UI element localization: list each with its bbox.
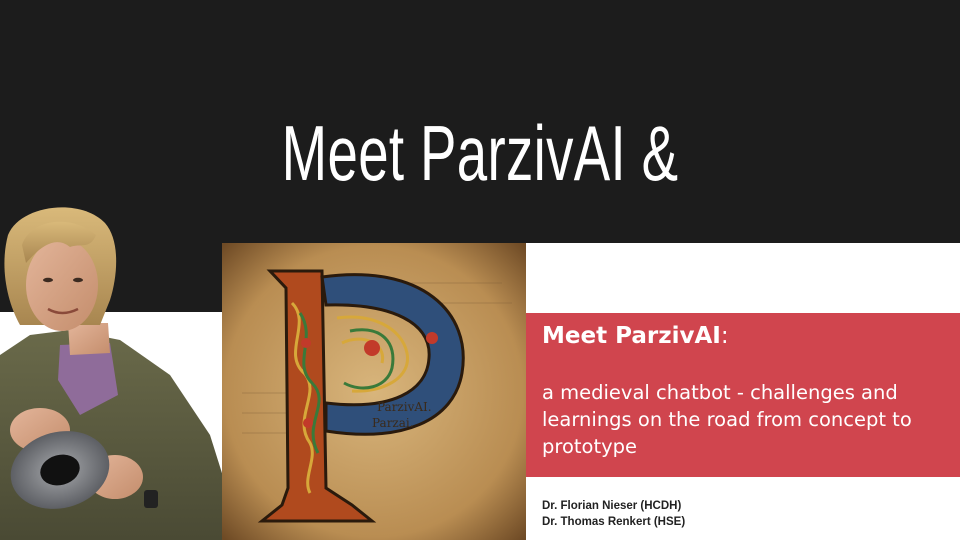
paper-title-card: Meet ParzivAI: a medieval chatbot - chal… bbox=[526, 243, 960, 540]
author-1: Dr. Florian Nieser (HCDH) bbox=[542, 500, 682, 512]
person-photo bbox=[0, 207, 232, 540]
manuscript-caption-2: Parzai. bbox=[372, 416, 414, 430]
paper-title-text: Meet ParzivAI bbox=[542, 323, 721, 349]
manuscript-caption-1: ParzivAI. bbox=[377, 400, 432, 414]
author-2: Dr. Thomas Renkert (HSE) bbox=[542, 516, 686, 528]
title-banner: Meet ParzivAI: a medieval chatbot - chal… bbox=[526, 313, 960, 477]
paper-subtitle: a medieval chatbot - challenges and lear… bbox=[542, 381, 912, 458]
paper-title-colon: : bbox=[720, 323, 729, 349]
paper-title: Meet ParzivAI: bbox=[542, 321, 729, 351]
manuscript-image: ParzivAI. Parzai. bbox=[222, 243, 526, 540]
slide-title: Meet ParzivAI & MacgAIver bbox=[281, 109, 679, 347]
